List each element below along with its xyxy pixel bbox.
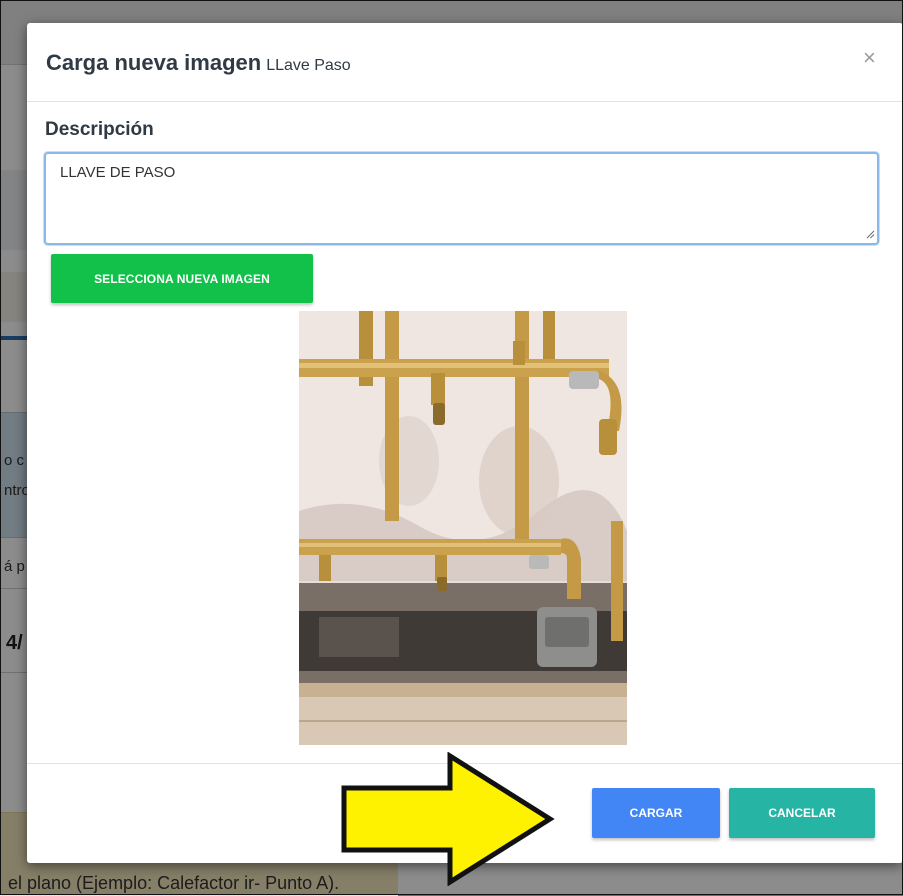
- submit-upload-button[interactable]: CARGAR: [592, 788, 720, 838]
- close-icon[interactable]: ×: [863, 45, 876, 71]
- dialog-title-main: Carga nueva imagen: [46, 50, 262, 75]
- dialog-title-subtitle: LLave Paso: [266, 57, 351, 74]
- description-textarea[interactable]: LLAVE DE PASO: [44, 152, 879, 245]
- upload-image-dialog: Carga nueva imagen LLave Paso × Descripci…: [27, 23, 903, 863]
- cancel-button[interactable]: CANCELAR: [729, 788, 875, 838]
- select-new-image-button[interactable]: SELECCIONA NUEVA IMAGEN: [51, 254, 313, 303]
- dialog-title: Carga nueva imagen LLave Paso: [46, 50, 351, 76]
- resize-handle-icon[interactable]: [865, 229, 875, 239]
- arrow-right-icon: [341, 752, 555, 886]
- dialog-header: Carga nueva imagen LLave Paso ×: [27, 23, 903, 102]
- image-preview: [299, 311, 627, 745]
- description-label: Descripción: [45, 119, 154, 140]
